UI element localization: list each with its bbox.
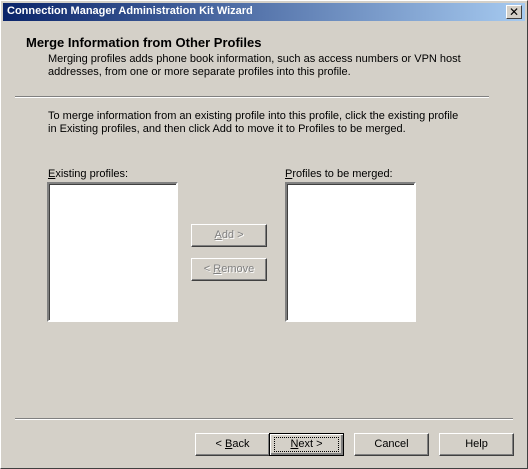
profiles-to-merge-list[interactable] (285, 182, 416, 322)
remove-button[interactable]: < Remove (191, 258, 267, 281)
page-title: Merge Information from Other Profiles (26, 35, 262, 50)
title-bar[interactable]: Connection Manager Administration Kit Wi… (3, 3, 525, 21)
footer-divider (15, 418, 513, 420)
wizard-window: Connection Manager Administration Kit Wi… (0, 0, 528, 469)
existing-profiles-label: Existing profiles: (48, 168, 129, 180)
focus-rectangle (274, 437, 339, 452)
instructions-text: To merge information from an existing pr… (48, 110, 459, 135)
header-divider (15, 96, 489, 98)
header-panel: Merge Information from Other Profiles Me… (3, 22, 525, 81)
window-title: Connection Manager Administration Kit Wi… (7, 5, 253, 17)
existing-profiles-list[interactable] (47, 182, 178, 322)
page-description: Merging profiles adds phone book informa… (48, 53, 461, 78)
cancel-button[interactable]: Cancel (354, 433, 429, 456)
close-icon: ✕ (508, 5, 520, 19)
profiles-to-merge-label: Profiles to be merged: (285, 168, 393, 180)
close-button[interactable]: ✕ (506, 5, 522, 19)
back-button[interactable]: < Back (195, 433, 270, 456)
add-button[interactable]: Add > (191, 224, 267, 247)
help-button[interactable]: Help (439, 433, 514, 456)
next-button[interactable]: Next > (269, 433, 344, 456)
